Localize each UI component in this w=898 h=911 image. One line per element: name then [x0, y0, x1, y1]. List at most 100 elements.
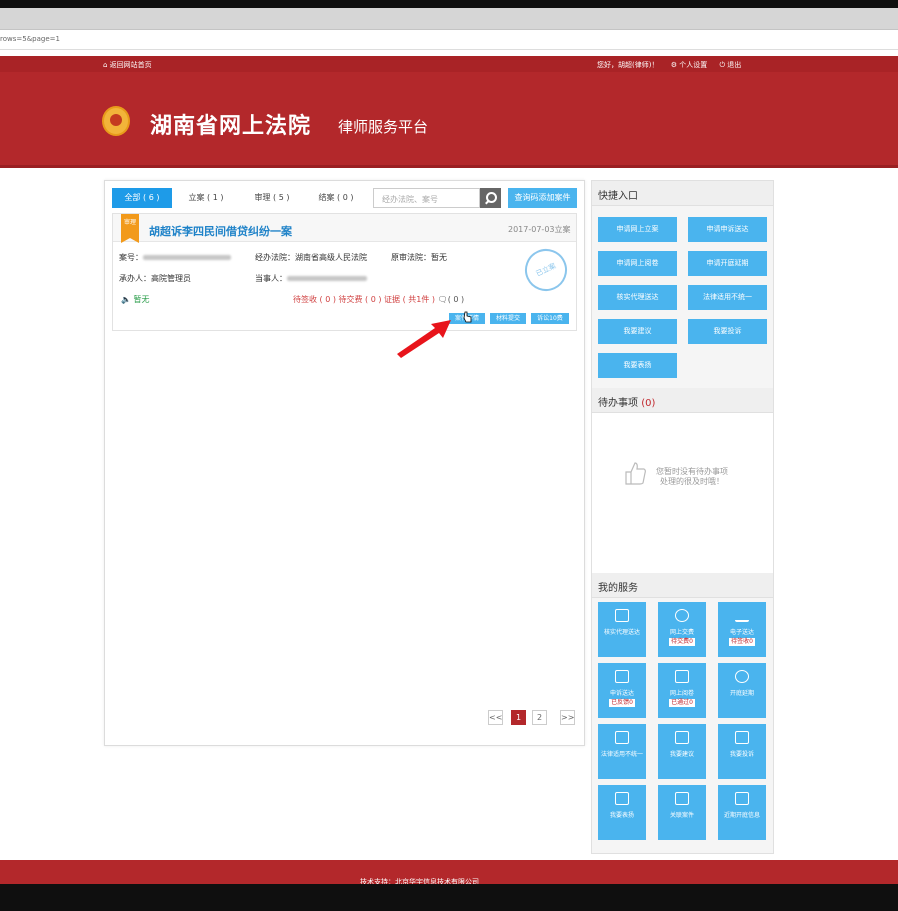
court-emblem-icon [102, 106, 130, 136]
status-pay[interactable]: 待交费 ( 0 ) [339, 295, 382, 304]
service-online-payment[interactable]: 网上交费 待交费0 [658, 602, 706, 657]
quick-online-review[interactable]: 申请网上阅卷 [598, 251, 677, 276]
site-footer: 技术支持：北京华宇信息技术有限公司 [0, 860, 898, 886]
service-e-delivery[interactable]: 电子送达待签收0 [718, 602, 766, 657]
case-card-header: 审理 胡超诉李四民间借贷纠纷一案 2017-07-03立案 [113, 214, 576, 243]
top-links-bar: ⌂ 返回网站首页 您好，胡超(律师)！ ⚙ 个人设置 ⏻ 退出 [0, 56, 898, 72]
quick-hearing-delay[interactable]: 申请开庭延期 [688, 251, 767, 276]
todo-empty-line2: 处理的很及时哦！ [660, 477, 724, 486]
party-label: 当事人： [255, 274, 287, 283]
quick-appeal-service[interactable]: 申请申诉送达 [688, 217, 767, 242]
site-header: ⌂ 返回网站首页 您好，胡超(律师)！ ⚙ 个人设置 ⏻ 退出 湖南省网上法院 … [0, 56, 898, 168]
quick-law-inconsistency[interactable]: 法律适用不统一 [688, 285, 767, 310]
quick-praise[interactable]: 我要表扬 [598, 353, 677, 378]
pagination-prev[interactable]: << [488, 710, 503, 725]
pagination-page-1[interactable]: 1 [511, 710, 526, 725]
screen-top-border [0, 0, 898, 8]
service-hearing-delay[interactable]: 开庭延期 [718, 663, 766, 718]
service-badge: 已反馈0 [609, 699, 635, 707]
pagination-page-2[interactable]: 2 [532, 710, 547, 725]
service-complain[interactable]: 我要投诉 [718, 724, 766, 779]
message-icon: 🗨 [437, 295, 448, 304]
tab-all[interactable]: 全部 ( 6 ) [112, 188, 172, 208]
material-submit-button[interactable]: 材料提交 [490, 313, 526, 324]
site-title: 湖南省网上法院 [150, 114, 312, 139]
query-code-add-button[interactable]: 查询码添加案件 [508, 188, 577, 208]
case-status-line: 待签收 ( 0 ) 待交费 ( 0 ) 证据 ( 共1件 ) 🗨( 0 ) [293, 294, 464, 305]
todo-count: (0) [641, 398, 656, 409]
pencil-icon [675, 731, 689, 744]
service-label: 电子送达 [729, 629, 754, 636]
mouse-cursor-icon [463, 311, 472, 323]
service-label: 我要表扬 [609, 812, 634, 819]
pen-icon [735, 609, 749, 622]
speaker-icon: 🔈 [121, 295, 131, 304]
case-number-redacted [143, 255, 231, 260]
logout-link[interactable]: ⏻ 退出 [719, 61, 741, 69]
todo-title: 待办事项 (0) [592, 388, 773, 413]
service-label: 网上阅卷 [669, 690, 694, 697]
service-recent-hearings[interactable]: 近期开庭信息 [718, 785, 766, 840]
todo-area [592, 413, 773, 573]
document-icon [615, 609, 629, 622]
service-suggest[interactable]: 我要建议 [658, 724, 706, 779]
envelope-icon [615, 670, 629, 683]
edit-icon [615, 731, 629, 744]
thumbs-up-icon [615, 792, 629, 805]
todo-title-text: 待办事项 [598, 398, 638, 409]
filed-stamp: 已立案 [518, 242, 574, 298]
thumbs-up-icon [625, 462, 646, 485]
service-law-inconsistency[interactable]: 法律适用不统一 [598, 724, 646, 779]
address-text: rows=5&page=1 [0, 35, 60, 43]
browser-address-bar[interactable]: rows=5&page=1 [0, 30, 898, 50]
quick-verify-agent[interactable]: 核实代理送达 [598, 285, 677, 310]
service-verify-agent[interactable]: 核实代理送达 [598, 602, 646, 657]
service-badge: 已通过0 [669, 699, 695, 707]
todo-empty-text: 您暂时没有待办事项 处理的很及时哦！ [656, 467, 728, 487]
settings-link[interactable]: ⚙ 个人设置 [671, 61, 708, 69]
service-related-cases[interactable]: 关联案件 [658, 785, 706, 840]
service-appeal-delivery[interactable]: 申诉送达已反馈0 [598, 663, 646, 718]
service-praise[interactable]: 我要表扬 [598, 785, 646, 840]
link-icon [675, 792, 689, 805]
quick-suggest[interactable]: 我要建议 [598, 319, 677, 344]
status-evidence[interactable]: 证据 ( 共1件 ) [384, 295, 435, 304]
service-label: 近期开庭信息 [723, 812, 760, 819]
court-label: 经办法院：湖南省高级人民法院 [255, 253, 367, 262]
clock-icon [735, 670, 749, 683]
service-label: 我要建议 [669, 751, 694, 758]
quick-complain[interactable]: 我要投诉 [688, 319, 767, 344]
tab-closed[interactable]: 结案 ( 0 ) [306, 188, 366, 208]
service-label: 开庭延期 [729, 690, 754, 697]
my-services-title: 我的服务 [592, 573, 773, 598]
quick-online-filing[interactable]: 申请网上立案 [598, 217, 677, 242]
right-sidebar: 快捷入口 申请网上立案 申请申诉送达 申请网上阅卷 申请开庭延期 核实代理送达 … [591, 180, 774, 854]
user-greeting: 您好，胡超(律师)！ [597, 61, 659, 69]
tab-trial[interactable]: 审理 ( 5 ) [242, 188, 302, 208]
service-label: 我要投诉 [729, 751, 754, 758]
service-online-review[interactable]: 网上阅卷已通过0 [658, 663, 706, 718]
announcement-row: 🔈 暂无 [121, 294, 150, 305]
search-icon[interactable] [480, 188, 501, 208]
case-list-panel: 全部 ( 6 ) 立案 ( 1 ) 审理 ( 5 ) 结案 ( 0 ) 经办法院… [104, 180, 585, 746]
service-label: 法律适用不统一 [600, 751, 643, 758]
currency-icon [675, 609, 689, 622]
screen-bottom-border [0, 884, 898, 911]
case-date: 2017-07-03立案 [508, 225, 571, 234]
search-input[interactable]: 经办法院、案号 [373, 188, 480, 208]
party-row: 当事人： [255, 273, 367, 284]
tab-filed[interactable]: 立案 ( 1 ) [176, 188, 236, 208]
pagination-next[interactable]: >> [560, 710, 575, 725]
browser-tab-bar [0, 8, 898, 30]
original-court-label: 原审法院：暂无 [391, 253, 447, 262]
complaint-icon [735, 731, 749, 744]
case-title[interactable]: 胡超诉李四民间借贷纠纷一案 [149, 223, 292, 239]
status-messages[interactable]: ( 0 ) [448, 295, 464, 304]
calendar-icon [735, 792, 749, 805]
fee-button[interactable]: 诉讼10费 [531, 313, 569, 324]
service-label: 网上交费 [669, 629, 694, 636]
service-badge: 待签收0 [729, 638, 755, 646]
home-link[interactable]: ⌂ 返回网站首页 [103, 60, 152, 70]
status-sign[interactable]: 待签收 ( 0 ) [293, 295, 336, 304]
service-label: 申诉送达 [609, 690, 634, 697]
